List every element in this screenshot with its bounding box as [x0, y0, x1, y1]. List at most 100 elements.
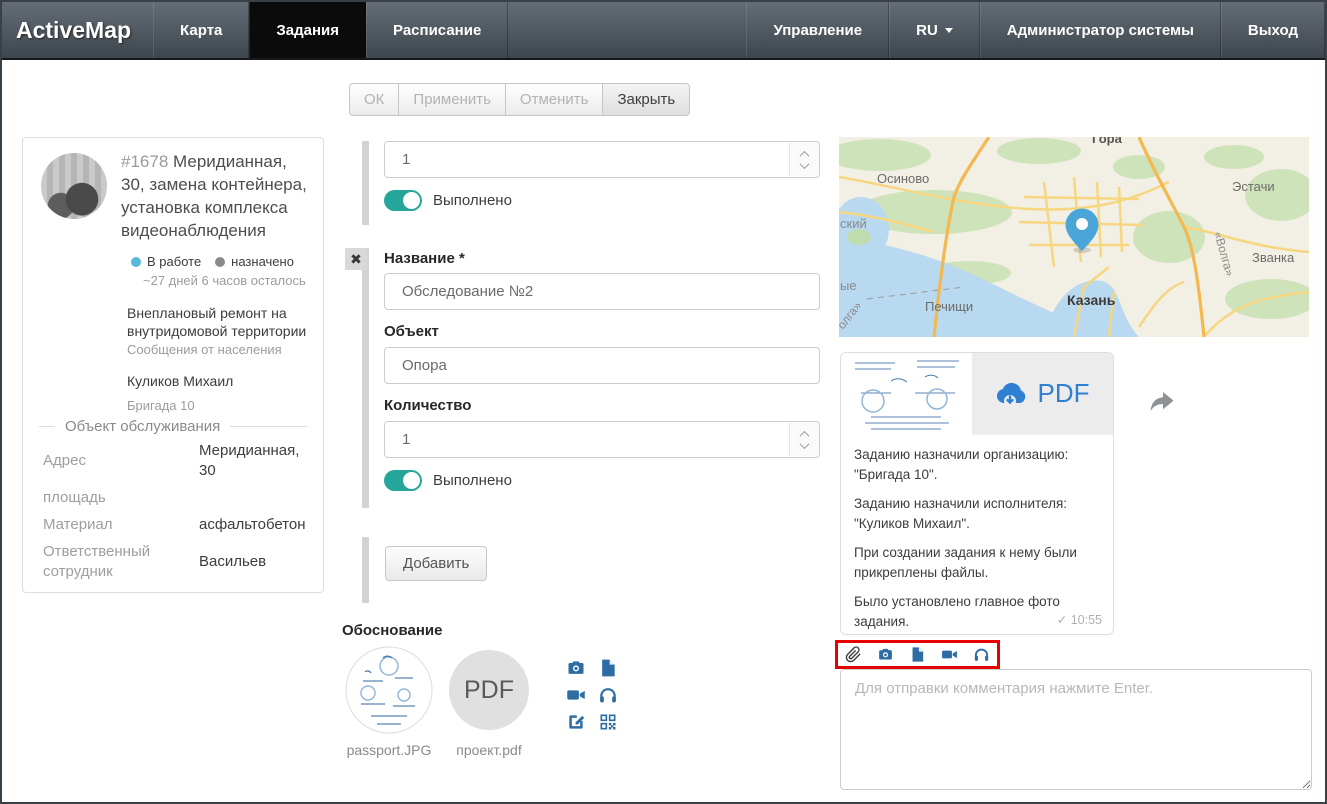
toolbar: ОК Применить Отменить Закрыть: [349, 83, 690, 116]
qr-code-icon[interactable]: [598, 712, 618, 732]
service-object-section-title: Объект обслуживания: [39, 418, 307, 435]
tab-map[interactable]: Карта: [153, 2, 249, 58]
add-button[interactable]: Добавить: [385, 546, 487, 581]
quantity-value: 1: [402, 151, 410, 168]
name-field-value: Обследование №2: [402, 283, 533, 300]
task-location-map[interactable]: Осиново Эстачи Званка Печищи Казань «Вол…: [839, 137, 1309, 337]
justification-attach-actions: [566, 658, 620, 732]
nav-item-logout[interactable]: Выход: [1221, 2, 1325, 58]
pdf-badge: PDF: [464, 676, 514, 705]
file-icon[interactable]: [909, 646, 926, 663]
time-remaining: ~27 дней 6 часов осталось: [143, 273, 315, 288]
forward-message-button[interactable]: [1148, 391, 1174, 413]
language-dropdown[interactable]: RU: [889, 2, 980, 58]
status-secondary: назначено: [231, 254, 294, 269]
quantity-stepper[interactable]: 1: [384, 141, 820, 178]
quantity-field-label: Количество: [384, 397, 471, 414]
done-toggle-label: Выполнено: [433, 192, 512, 209]
chat-message-bubble: PDF Заданию назначили организацию: "Бриг…: [840, 352, 1114, 635]
video-camera-icon[interactable]: [566, 685, 586, 705]
object-field[interactable]: Опора: [384, 347, 820, 384]
cloud-download-icon: [996, 381, 1030, 407]
ok-button[interactable]: ОК: [349, 83, 399, 116]
task-card: #1678 Меридианная, 30, замена контейнера…: [22, 137, 324, 593]
attachment-name: проект.pdf: [434, 742, 544, 758]
field-value: Васильев: [199, 552, 309, 572]
brand-logo: ActiveMap: [2, 2, 153, 58]
chat-message: При создании задания к нему были прикреп…: [854, 543, 1100, 582]
nav-right: Управление RU Администратор системы Выхо…: [746, 2, 1325, 58]
map-label: Гора: [1092, 137, 1123, 146]
remove-item-button[interactable]: ✖: [345, 248, 367, 270]
map-label: Эстачи: [1232, 179, 1275, 194]
forward-arrow-icon: [1148, 391, 1174, 413]
map-label: ые: [840, 278, 857, 293]
stepper-arrows[interactable]: [789, 143, 818, 176]
apply-button[interactable]: Применить: [398, 83, 506, 116]
task-photo-avatar[interactable]: [41, 153, 107, 219]
chevron-down-icon[interactable]: [799, 159, 809, 169]
attachment-thumbnail-passport[interactable]: [345, 646, 433, 734]
name-field[interactable]: Обследование №2: [384, 273, 820, 310]
task-source: Сообщения от населения: [127, 342, 315, 357]
map-label: ский: [840, 216, 867, 231]
passport-image: [345, 646, 433, 734]
system-messages: Заданию назначили организацию: "Бригада …: [841, 445, 1113, 635]
paperclip-icon[interactable]: [845, 646, 862, 663]
done-toggle-label: Выполнено: [433, 472, 512, 489]
attachment-thumbnail-pdf[interactable]: PDF: [449, 650, 529, 730]
field-label: Материал: [43, 515, 195, 535]
nav-item-user[interactable]: Администратор системы: [980, 2, 1221, 58]
chat-attachment-passport[interactable]: [841, 353, 972, 435]
status-assigned-dot: [215, 257, 225, 267]
field-label: Адрес: [43, 451, 195, 471]
status-primary: В работе: [147, 254, 201, 269]
edit-icon[interactable]: [566, 712, 586, 732]
tab-tasks[interactable]: Задания: [249, 2, 366, 58]
field-label: Ответственный сотрудник: [43, 542, 195, 582]
message-timestamp: ✓ 10:55: [1057, 612, 1102, 627]
done-toggle[interactable]: [384, 470, 422, 491]
field-label: площадь: [43, 488, 195, 508]
close-button[interactable]: Закрыть: [602, 83, 690, 116]
pdf-label: PDF: [1038, 378, 1090, 409]
map-label: Осиново: [877, 171, 929, 186]
justification-label: Обоснование: [342, 622, 442, 639]
quantity-stepper[interactable]: 1: [384, 421, 820, 458]
chat-message: Заданию назначили организацию: "Бригада …: [854, 445, 1100, 484]
map-label: Печищи: [925, 299, 973, 314]
camera-icon[interactable]: [566, 658, 586, 678]
chevron-down-icon: [945, 28, 953, 37]
nav-item-management[interactable]: Управление: [746, 2, 889, 58]
tab-schedule[interactable]: Расписание: [366, 2, 508, 58]
comment-input[interactable]: [840, 669, 1312, 790]
chat-message: Заданию назначили исполнителя: "Куликов …: [854, 494, 1100, 533]
cancel-button[interactable]: Отменить: [505, 83, 604, 116]
language-label: RU: [916, 22, 938, 39]
camera-icon[interactable]: [877, 646, 894, 663]
status-in-progress-dot: [131, 257, 141, 267]
headphones-icon[interactable]: [973, 646, 990, 663]
task-id: #1678: [121, 152, 168, 171]
attachment-name: passport.JPG: [334, 742, 444, 758]
top-nav: ActiveMap Карта Задания Расписание Управ…: [2, 2, 1325, 60]
chat-attach-toolbar-highlighted: [835, 640, 1000, 669]
object-field-value: Опора: [402, 357, 447, 374]
done-toggle[interactable]: [384, 190, 422, 211]
video-camera-icon[interactable]: [941, 646, 958, 663]
chat-attachment-pdf[interactable]: PDF: [972, 353, 1113, 434]
headphones-icon[interactable]: [598, 685, 618, 705]
stepper-arrows[interactable]: [789, 423, 818, 456]
file-icon[interactable]: [598, 658, 618, 678]
group-indent-bar: [362, 141, 369, 225]
service-object-fields: Адрес Меридианная, 30 площадь Материал а…: [43, 441, 309, 582]
quantity-value: 1: [402, 431, 410, 448]
group-indent-bar: [362, 248, 369, 508]
assignee-name: Куликов Михаил: [127, 373, 315, 389]
status-row: В работе назначено: [131, 254, 315, 269]
object-field-label: Объект: [384, 323, 439, 340]
app-window: ActiveMap Карта Задания Расписание Управ…: [0, 0, 1327, 804]
chevron-down-icon[interactable]: [799, 439, 809, 449]
group-indent-bar: [362, 537, 369, 603]
task-title: #1678 Меридианная, 30, замена контейнера…: [121, 150, 315, 242]
